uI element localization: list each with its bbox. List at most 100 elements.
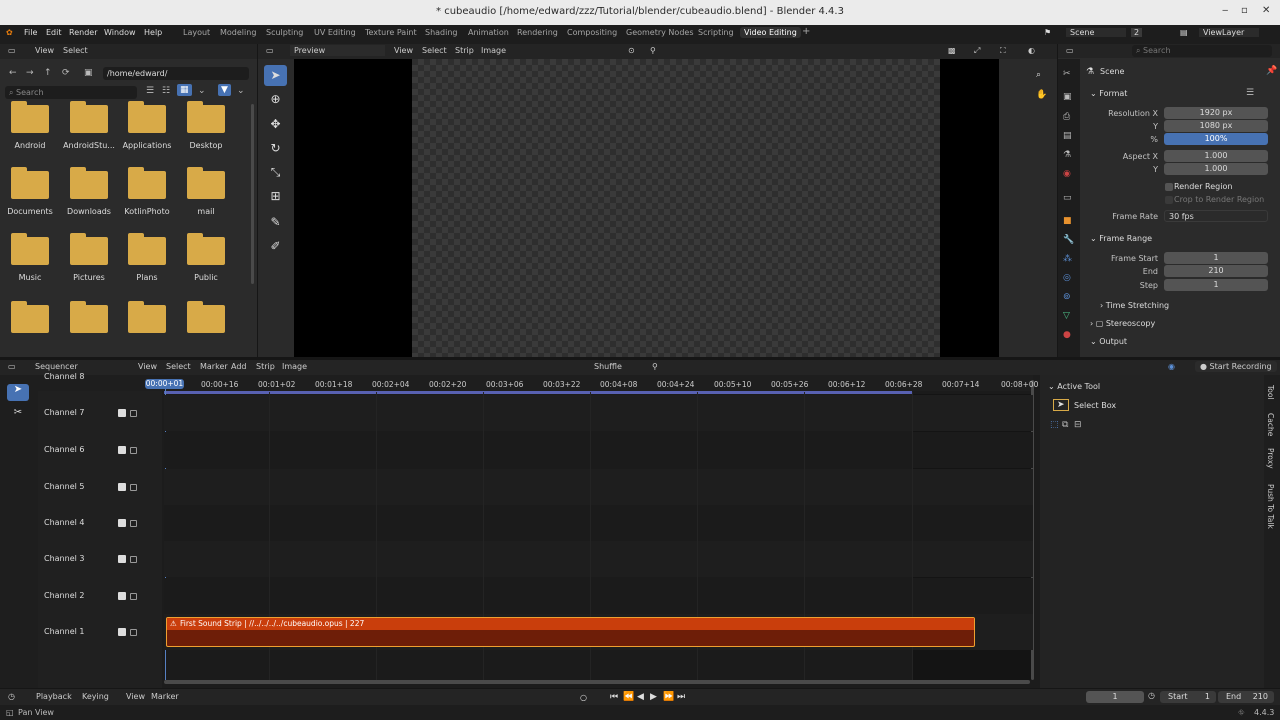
properties-editor-type-icon[interactable]: ▭	[1066, 46, 1074, 55]
folder-icon[interactable]	[128, 167, 166, 199]
menu-file[interactable]: File	[24, 28, 37, 37]
material-tab-icon[interactable]: ●	[1063, 330, 1071, 340]
side-tab-push-to-talk[interactable]: Push To Talk	[1266, 484, 1275, 529]
jump-keyframe-back-icon[interactable]: ⏪	[623, 692, 634, 702]
folder-icon[interactable]	[187, 233, 225, 265]
view-layer-tab-icon[interactable]: ▤	[1063, 131, 1072, 141]
channel-label[interactable]: Channel 5	[44, 482, 84, 491]
seq-image-menu[interactable]: Image	[282, 362, 307, 371]
channel-lock-icon[interactable]	[130, 629, 137, 636]
collection-tab-icon[interactable]: ▭	[1063, 193, 1072, 203]
end-frame-field[interactable]: End 210	[1218, 691, 1274, 703]
tab-geometry-nodes[interactable]: Geometry Nodes	[626, 28, 693, 37]
pivot-icon[interactable]: ⊙	[628, 46, 635, 55]
folder-icon[interactable]	[70, 101, 108, 133]
new-folder-icon[interactable]: ▣	[84, 68, 93, 78]
select-box-tool-icon[interactable]: ➤	[264, 65, 287, 86]
folder-icon[interactable]	[70, 167, 108, 199]
channel-mute-checkbox[interactable]	[118, 483, 126, 491]
folder-icon[interactable]	[187, 301, 225, 333]
seq-editor-type-icon[interactable]: ▭	[8, 362, 16, 371]
pin-icon[interactable]: 📌	[1266, 66, 1277, 76]
fb-select-menu[interactable]: Select	[63, 46, 88, 55]
output-tab-icon[interactable]: ⎙	[1063, 112, 1070, 122]
menu-help[interactable]: Help	[144, 28, 162, 37]
world-tab-icon[interactable]: ◉	[1063, 169, 1071, 179]
maximize-icon[interactable]: ▫	[1241, 5, 1248, 16]
preview-range-icon[interactable]: ◷	[1148, 691, 1155, 700]
folder-icon[interactable]	[11, 301, 49, 333]
folder-icon[interactable]	[11, 101, 49, 133]
seq-overlay-icon[interactable]: ◉	[1168, 362, 1175, 371]
frame-step-field[interactable]: 1	[1164, 279, 1268, 291]
channel-lock-icon[interactable]	[130, 484, 137, 491]
side-tab-tool[interactable]: Tool	[1266, 385, 1275, 400]
seq-blade-tool-icon[interactable]: ✂	[7, 407, 29, 424]
blender-logo-icon[interactable]: ✿	[6, 28, 13, 37]
resolution-percent-field[interactable]: 100%	[1164, 133, 1268, 145]
folder-icon[interactable]	[70, 301, 108, 333]
view-layer-selector[interactable]: ViewLayer	[1199, 28, 1259, 37]
tab-sculpting[interactable]: Sculpting	[266, 28, 303, 37]
stereoscopy-panel[interactable]: › ▢ Stereoscopy	[1090, 319, 1155, 328]
scene-tab-icon[interactable]: ⚗	[1063, 150, 1071, 160]
format-panel-header[interactable]: ⌄ Format	[1090, 89, 1127, 98]
overlays-icon[interactable]: ◐	[1028, 46, 1035, 55]
seq-view-menu[interactable]: View	[138, 362, 157, 371]
play-reverse-icon[interactable]: ◀	[637, 692, 644, 702]
sound-strip[interactable]: ⚠ First Sound Strip | //../../../../cube…	[166, 617, 975, 647]
forward-icon[interactable]: →	[26, 68, 34, 78]
frame-end-field[interactable]: 210	[1164, 265, 1268, 277]
overlay-icon[interactable]: ⛶	[1000, 46, 1006, 56]
timeline-marker-menu[interactable]: Marker	[151, 692, 179, 701]
modifier-tab-icon[interactable]: 🔧	[1063, 235, 1074, 245]
filter-dropdown-icon[interactable]: ⌄	[237, 86, 245, 96]
filter-icon[interactable]: ▼	[218, 84, 231, 96]
jump-end-icon[interactable]: ⏭	[677, 692, 685, 702]
folder-icon[interactable]	[187, 167, 225, 199]
preview-select-menu[interactable]: Select	[422, 46, 447, 55]
grid-view-icon[interactable]: ▦	[177, 84, 192, 96]
data-tab-icon[interactable]: ▽	[1063, 311, 1070, 321]
auto-keying-icon[interactable]: ○	[580, 693, 587, 702]
channel-mute-checkbox[interactable]	[118, 592, 126, 600]
seq-snap-icon[interactable]: ⚲	[652, 362, 658, 371]
channel-label[interactable]: Channel 1	[44, 627, 84, 636]
tab-scripting[interactable]: Scripting	[698, 28, 734, 37]
time-stretching-panel[interactable]: › Time Stretching	[1100, 301, 1169, 310]
play-icon[interactable]: ▶	[650, 692, 657, 702]
aspect-x-field[interactable]: 1.000	[1164, 150, 1268, 162]
file-search-input[interactable]: ⌕ Search	[5, 86, 137, 99]
annotate-tool-icon[interactable]: ✐	[264, 236, 287, 257]
aspect-y-field[interactable]: 1.000	[1164, 163, 1268, 175]
add-workspace-icon[interactable]: +	[802, 26, 810, 37]
snap-icon[interactable]: ⚲	[650, 46, 656, 55]
view-layer-icon[interactable]: ▤	[1180, 28, 1188, 37]
rotate-tool-icon[interactable]: ↻	[264, 138, 287, 159]
tool-tab-icon[interactable]: ✂	[1063, 69, 1071, 79]
particles-tab-icon[interactable]: ⁂	[1063, 254, 1072, 264]
sort-dropdown-icon[interactable]: ⌄	[198, 86, 206, 96]
constraints-tab-icon[interactable]: ⊚	[1063, 292, 1071, 302]
sample-tool-icon[interactable]: ✎	[264, 212, 287, 233]
seq-marker-menu[interactable]: Marker	[200, 362, 228, 371]
channel-lock-icon[interactable]	[130, 520, 137, 527]
back-icon[interactable]: ←	[9, 68, 17, 78]
folder-icon[interactable]	[128, 101, 166, 133]
scene-selector[interactable]: Scene	[1066, 28, 1126, 37]
refresh-icon[interactable]: ⟳	[62, 68, 70, 78]
object-tab-icon[interactable]: ■	[1063, 216, 1072, 226]
preview-image-menu[interactable]: Image	[481, 46, 506, 55]
folder-icon[interactable]	[70, 233, 108, 265]
channel-lock-icon[interactable]	[130, 556, 137, 563]
preview-editor-type-icon[interactable]: ▭	[266, 46, 274, 55]
frame-range-panel-header[interactable]: ⌄ Frame Range	[1090, 234, 1152, 243]
overlap-mode-dropdown[interactable]: Shuffle	[590, 361, 645, 372]
jump-start-icon[interactable]: ⏮	[610, 692, 618, 702]
timeline-view-menu[interactable]: View	[126, 692, 145, 701]
scene-count[interactable]: 2	[1131, 28, 1143, 37]
sequencer-mode-dropdown[interactable]: Sequencer	[32, 361, 127, 372]
minimize-icon[interactable]: ‒	[1222, 5, 1228, 16]
channel-lock-icon[interactable]	[130, 410, 137, 417]
seq-horizontal-scrollbar[interactable]	[164, 680, 1030, 684]
